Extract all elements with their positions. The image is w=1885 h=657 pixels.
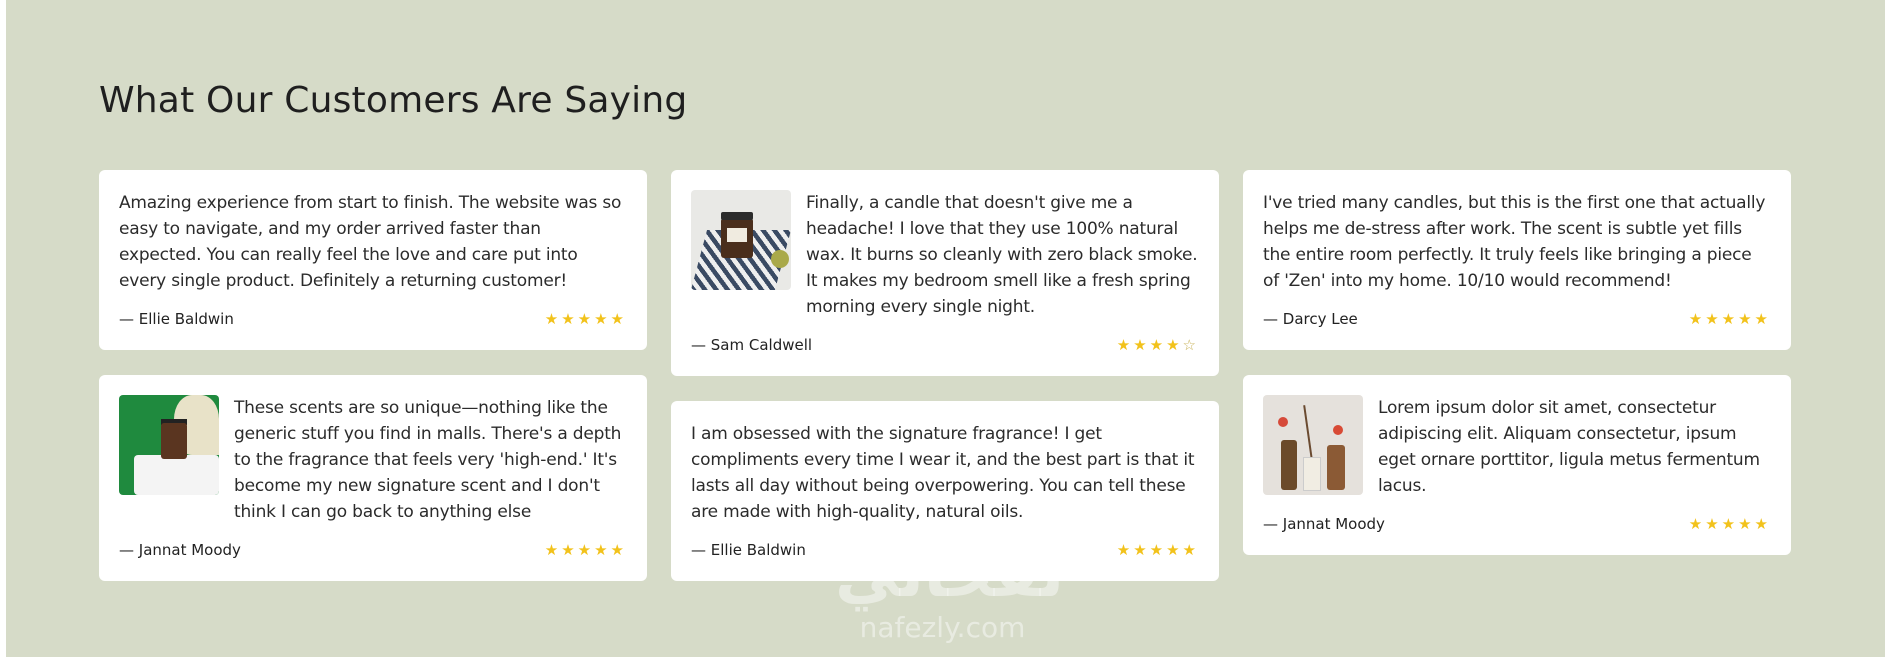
- testimonial-author: — Jannat Moody: [1263, 515, 1385, 533]
- star-rating: ★★★★★: [1116, 542, 1199, 559]
- star-rating: ★★★★★: [544, 311, 627, 328]
- testimonial-author: — Darcy Lee: [1263, 310, 1358, 328]
- testimonial-text: I've tried many candles, but this is the…: [1263, 193, 1766, 291]
- testimonials-column-2: Finally, a candle that doesn't give me a…: [671, 170, 1219, 606]
- candle-on-tile-plate-image: [691, 190, 791, 290]
- testimonial-card: These scents are so unique—nothing like …: [99, 375, 647, 581]
- testimonials-column-3: I've tried many candles, but this is the…: [1243, 170, 1791, 580]
- star-rating: ★★★★★: [1688, 516, 1771, 533]
- testimonial-text: Amazing experience from start to finish.…: [119, 193, 622, 291]
- testimonial-author: — Ellie Baldwin: [691, 541, 806, 559]
- star-rating: ★★★★★: [544, 542, 627, 559]
- testimonial-author: — Ellie Baldwin: [119, 310, 234, 328]
- candle-on-gift-box-image: [119, 395, 219, 495]
- section-title: What Our Customers Are Saying: [99, 80, 688, 121]
- star-rating: ★★★★★: [1688, 311, 1771, 328]
- testimonial-author: — Sam Caldwell: [691, 336, 813, 354]
- testimonial-author: — Jannat Moody: [119, 541, 241, 559]
- testimonial-card: Amazing experience from start to finish.…: [99, 170, 647, 350]
- testimonial-card: Lorem ipsum dolor sit amet, consectetur …: [1243, 375, 1791, 555]
- testimonials-column-1: Amazing experience from start to finish.…: [99, 170, 647, 606]
- testimonial-text: Lorem ipsum dolor sit amet, consectetur …: [1378, 398, 1760, 496]
- testimonial-text: I am obsessed with the signature fragran…: [691, 424, 1195, 522]
- filled-stars: ★★★★: [1116, 337, 1183, 354]
- testimonial-text: Finally, a candle that doesn't give me a…: [806, 193, 1198, 317]
- star-rating: ★★★★☆: [1117, 336, 1199, 354]
- empty-star-icon: ☆: [1182, 337, 1199, 354]
- diffuser-bottles-image: [1263, 395, 1363, 495]
- testimonial-text: These scents are so unique—nothing like …: [234, 398, 622, 522]
- testimonial-card: I've tried many candles, but this is the…: [1243, 170, 1791, 350]
- testimonial-card: Finally, a candle that doesn't give me a…: [671, 170, 1219, 376]
- testimonial-card: I am obsessed with the signature fragran…: [671, 401, 1219, 581]
